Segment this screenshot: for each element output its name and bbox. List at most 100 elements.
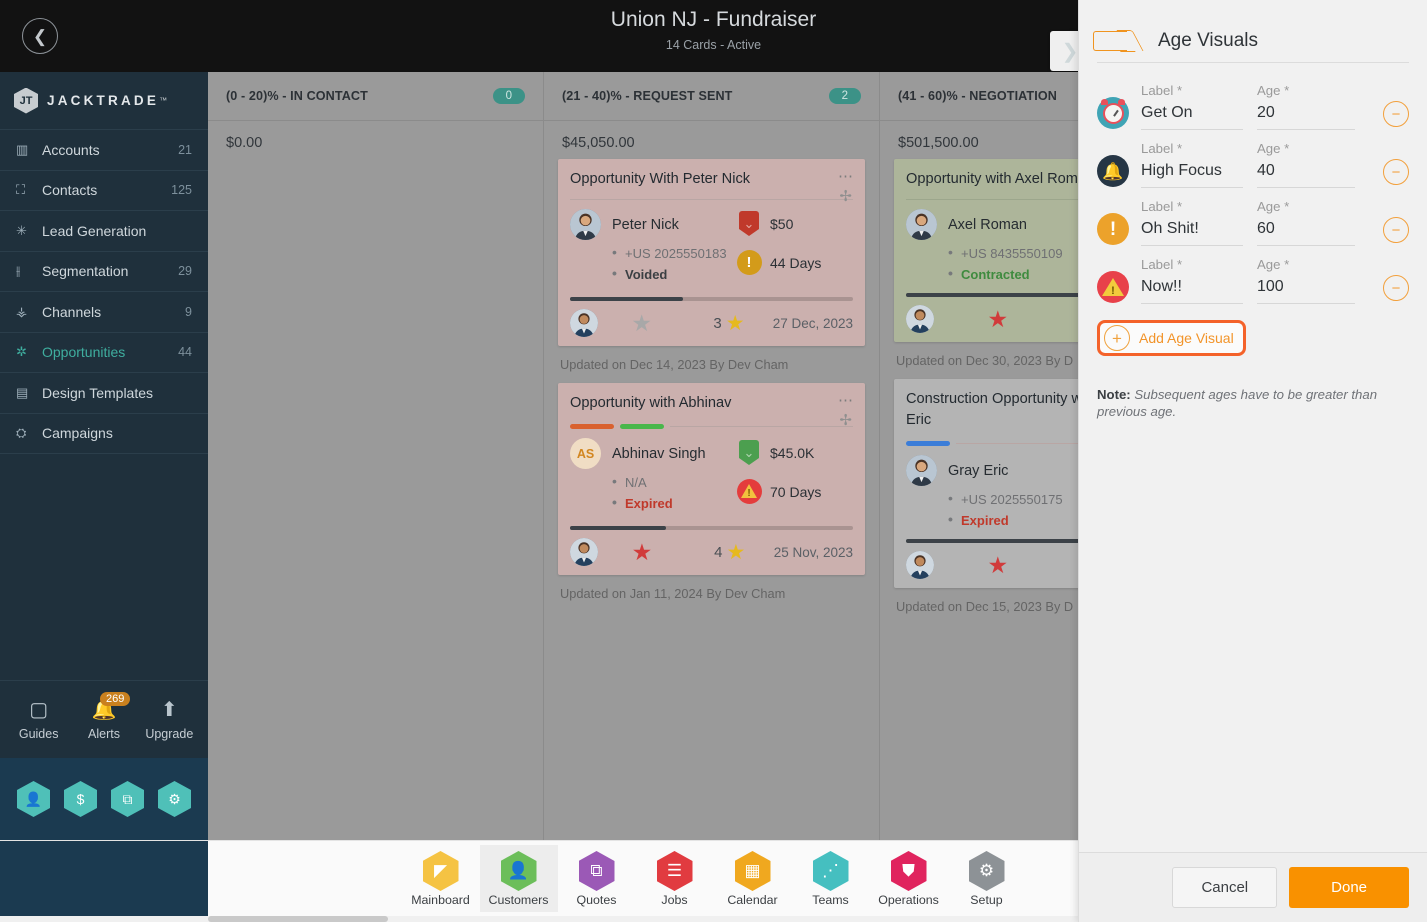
sidebar-footer-guides[interactable]: ▢ Guides: [7, 698, 71, 741]
sidebar-item-segmentation[interactable]: ⫲ Segmentation 29: [0, 252, 208, 292]
sidebar-item-design-templates[interactable]: ▤ Design Templates: [0, 373, 208, 414]
priority-star-icon[interactable]: ★: [598, 311, 685, 335]
minus-circle-icon[interactable]: −: [1383, 275, 1409, 301]
remove-age-visual-wrap: −: [1369, 257, 1409, 301]
add-age-visual-wrap: + Add Age Visual: [1097, 320, 1409, 356]
card-menu-button[interactable]: ⋯: [838, 167, 854, 185]
label-field[interactable]: Label * Oh Shit!: [1141, 199, 1257, 246]
avatar-initials: AS: [576, 446, 595, 461]
card-person: Gray Eric: [906, 455, 1071, 486]
card-phone: +US 2025550183: [612, 242, 735, 264]
label-input[interactable]: High Focus: [1141, 156, 1243, 188]
bottom-nav-teams[interactable]: ⋰ Teams: [792, 845, 870, 912]
add-age-visual-button[interactable]: + Add Age Visual: [1097, 320, 1246, 356]
cancel-button[interactable]: Cancel: [1172, 867, 1278, 908]
sidebar-item-label: Segmentation: [42, 263, 129, 280]
age-field[interactable]: Age * 100: [1257, 257, 1369, 304]
bottom-nav-label: Mainboard: [411, 893, 470, 907]
priority-star-icon[interactable]: ★: [598, 540, 686, 564]
bottom-nav-label: Operations: [878, 893, 939, 907]
minus-circle-icon[interactable]: −: [1383, 159, 1409, 185]
card-footer: ★ 3 ★ 27 Dec, 2023: [570, 301, 853, 346]
age-visual-icon[interactable]: !: [1097, 199, 1141, 245]
circle-exclamation-icon: !: [736, 250, 762, 275]
quick-action-workflow-icon[interactable]: ⚙: [158, 781, 191, 817]
age-visual-icon[interactable]: [1097, 83, 1141, 129]
card-menu-button[interactable]: ⋯: [838, 391, 854, 409]
bottom-nav-calendar[interactable]: ▦ Calendar: [714, 845, 792, 912]
bottom-nav-setup[interactable]: ⚙ Setup: [948, 845, 1026, 912]
card-owner-avatar: [570, 538, 598, 566]
remove-age-visual-wrap: −: [1369, 199, 1409, 243]
priority-star-icon[interactable]: ★: [934, 553, 1062, 577]
age-visual-row: ! Label * Now!! Age * 100−: [1097, 246, 1409, 304]
quick-action-dollar-icon[interactable]: $: [64, 781, 97, 817]
card-progress: [570, 297, 853, 301]
age-input[interactable]: 60: [1257, 214, 1355, 246]
label-input[interactable]: Get On: [1141, 98, 1243, 130]
rating-star-icon: ★: [726, 540, 746, 564]
label-input[interactable]: Now!!: [1141, 272, 1243, 304]
brand-name: JACKTRADE: [47, 93, 160, 108]
sidebar-item-campaigns[interactable]: ⛭ Campaigns: [0, 414, 208, 454]
bottom-nav-label: Setup: [970, 893, 1003, 907]
label-field[interactable]: Label * High Focus: [1141, 141, 1257, 188]
sidebar-item-count: 125: [171, 183, 192, 198]
done-button[interactable]: Done: [1289, 867, 1409, 908]
avatar: [906, 209, 937, 240]
segmentation-icon: ⫲: [16, 263, 21, 279]
sidebar: JT JACKTRADE ™ ▥ Accounts 21 ⛶ Contacts 125 ✳ L…: [0, 72, 208, 840]
age-input[interactable]: 20: [1257, 98, 1355, 130]
age-visual-icon[interactable]: !: [1097, 257, 1141, 303]
label-input[interactable]: Oh Shit!: [1141, 214, 1243, 246]
sidebar-item-channels[interactable]: ⚶ Channels 9: [0, 292, 208, 333]
age-field[interactable]: Age * 20: [1257, 83, 1369, 130]
card-drag-handle[interactable]: ✢: [839, 411, 852, 429]
note-body: Subsequent ages have to be greater than …: [1097, 387, 1378, 419]
bottom-nav-operations[interactable]: ⛊ Operations: [870, 845, 948, 912]
panel-title: Age Visuals: [1158, 30, 1258, 51]
quick-action-person-icon[interactable]: 👤: [17, 781, 50, 817]
sidebar-footer-alerts[interactable]: 269 🔔 Alerts: [72, 692, 136, 741]
label-field[interactable]: Label * Get On: [1141, 83, 1257, 130]
label-field[interactable]: Label * Now!!: [1141, 257, 1257, 304]
age-caption: Age *: [1257, 199, 1290, 214]
priority-star-icon[interactable]: ★: [934, 307, 1062, 331]
scrollbar-thumb[interactable]: [208, 916, 388, 922]
calendar-icon: ▦: [734, 851, 771, 891]
sidebar-item-accounts[interactable]: ▥ Accounts 21: [0, 130, 208, 171]
bottom-nav-customers[interactable]: 👤 Customers: [479, 845, 558, 912]
age-field[interactable]: Age * 40: [1257, 141, 1369, 188]
sidebar-footer-upgrade[interactable]: ⬆ Upgrade: [137, 698, 201, 741]
card-person: Peter Nick: [570, 209, 735, 240]
card-details: N/AExpired: [570, 471, 735, 514]
minus-circle-icon[interactable]: −: [1383, 101, 1409, 127]
age-input[interactable]: 40: [1257, 156, 1355, 188]
bottom-nav-jobs[interactable]: ☰ Jobs: [636, 845, 714, 912]
opportunity-card[interactable]: ⋯ ✢ Opportunity With Peter Nick Peter Nick +…: [558, 159, 865, 346]
age-field[interactable]: Age * 60: [1257, 199, 1369, 246]
opportunity-card[interactable]: ⋯ ✢ Opportunity with Abhinav AS Abhinav Sing…: [558, 383, 865, 575]
sidebar-item-label: Channels: [42, 303, 102, 320]
card-rating-value: 4: [714, 543, 723, 561]
avatar-photo: [570, 538, 598, 566]
quick-action-quote-icon[interactable]: ⧉: [111, 781, 144, 817]
bottom-nav-quotes[interactable]: ⧉ Quotes: [558, 845, 636, 912]
sidebar-item-lead-generation[interactable]: ✳ Lead Generation: [0, 211, 208, 252]
age-visual-icon[interactable]: 🔔: [1097, 141, 1141, 187]
brand-logo[interactable]: JT JACKTRADE ™: [0, 72, 208, 130]
sidebar-item-contacts[interactable]: ⛶ Contacts 125: [0, 171, 208, 211]
plus-circle-icon: +: [1104, 325, 1130, 351]
card-details: +US 8435550109Contracted: [906, 242, 1071, 285]
bottom-nav-mainboard[interactable]: ◤ Mainboard: [402, 845, 480, 912]
card-updated: Updated on Dec 14, 2023 By Dev Cham: [560, 357, 789, 372]
minus-circle-icon[interactable]: −: [1383, 217, 1409, 243]
age-input[interactable]: 100: [1257, 272, 1355, 304]
card-drag-handle[interactable]: ✢: [839, 187, 852, 205]
column-cards: ⋯ ✢ Opportunity With Peter Nick Peter Nick +…: [544, 159, 879, 612]
status-badge: Contracted: [948, 263, 1071, 285]
column-title: (21 - 40)% - REQUEST SENT: [562, 89, 733, 103]
bottom-nav-label: Calendar: [727, 893, 778, 907]
age-visual-rows: Label * Get On Age * 20− 🔔 Label * High Focus A…: [1097, 72, 1409, 304]
sidebar-item-opportunities[interactable]: ✲ Opportunities 44: [0, 333, 208, 373]
